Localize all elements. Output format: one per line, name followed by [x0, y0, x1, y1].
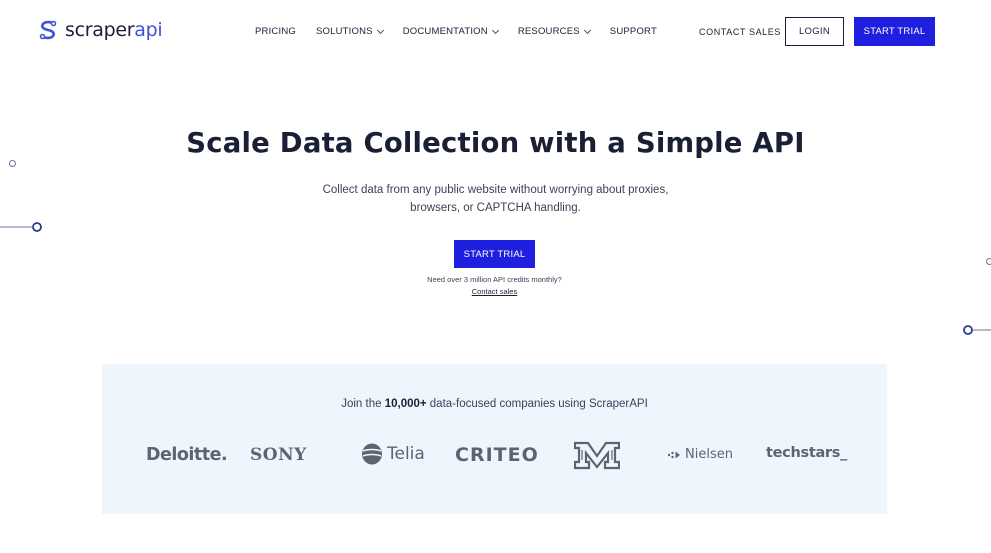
logo-deloitte: Deloitte. [146, 445, 228, 465]
nav-pricing[interactable]: PRICING [255, 26, 296, 37]
decorative-node-right-line [963, 325, 991, 335]
nav-solutions[interactable]: SOLUTIONS [316, 26, 384, 37]
contact-sales-hero-wrapper: Contact sales [0, 287, 989, 296]
clients-intro: Join the 10,000+ data-focused companies … [341, 398, 648, 410]
logo-minnesota [573, 440, 621, 475]
nielsen-mark-icon [667, 451, 680, 458]
contact-sales-link[interactable]: CONTACT SALES [699, 27, 781, 37]
decorative-node-left-small [9, 160, 16, 167]
nav-documentation-label: DOCUMENTATION [402, 26, 488, 37]
contact-sales-hero-link[interactable]: Contact sales [472, 287, 517, 296]
logo-nielsen: Nielsen [667, 447, 733, 462]
logo-criteo: CRITEO [455, 444, 539, 466]
start-trial-header-button[interactable]: START TRIAL [854, 17, 935, 46]
logo-techstars: techstars_ [766, 445, 848, 461]
chevron-down-icon [491, 26, 499, 34]
brand-logo[interactable]: scraperapi [38, 19, 163, 41]
logo-telia: Telia [360, 442, 425, 466]
brand-wordmark: scraperapi [65, 19, 163, 41]
scraperapi-logo-icon [39, 20, 57, 40]
nav-resources[interactable]: RESOURCES [517, 26, 591, 37]
nav-pricing-label: PRICING [255, 26, 296, 37]
minnesota-block-m-icon [573, 441, 621, 470]
telia-pebble-icon [362, 443, 382, 465]
client-logos-band: Join the 10,000+ data-focused companies … [102, 364, 887, 514]
login-button[interactable]: LOGIN [785, 17, 844, 46]
chevron-down-icon [376, 26, 384, 34]
decorative-node-right-small [986, 258, 991, 265]
credits-note: Need over 3 million API credits monthly? [427, 275, 562, 284]
hero-title: Scale Data Collection with a Simple API [186, 127, 805, 159]
decorative-node-left-line [0, 222, 42, 232]
chevron-down-icon [583, 26, 591, 34]
start-trial-hero-button[interactable]: START TRIAL [454, 240, 535, 268]
nav-solutions-label: SOLUTIONS [316, 26, 373, 37]
hero-subtitle: Collect data from any public website wit… [322, 184, 669, 214]
nav-documentation[interactable]: DOCUMENTATION [402, 26, 499, 37]
main-nav: PRICING SOLUTIONS DOCUMENTATION RESOURCE… [255, 26, 657, 37]
nav-resources-label: RESOURCES [517, 26, 580, 37]
logo-sony: SONY [250, 445, 307, 465]
nav-support[interactable]: SUPPORT [610, 26, 657, 37]
nav-support-label: SUPPORT [609, 26, 657, 37]
